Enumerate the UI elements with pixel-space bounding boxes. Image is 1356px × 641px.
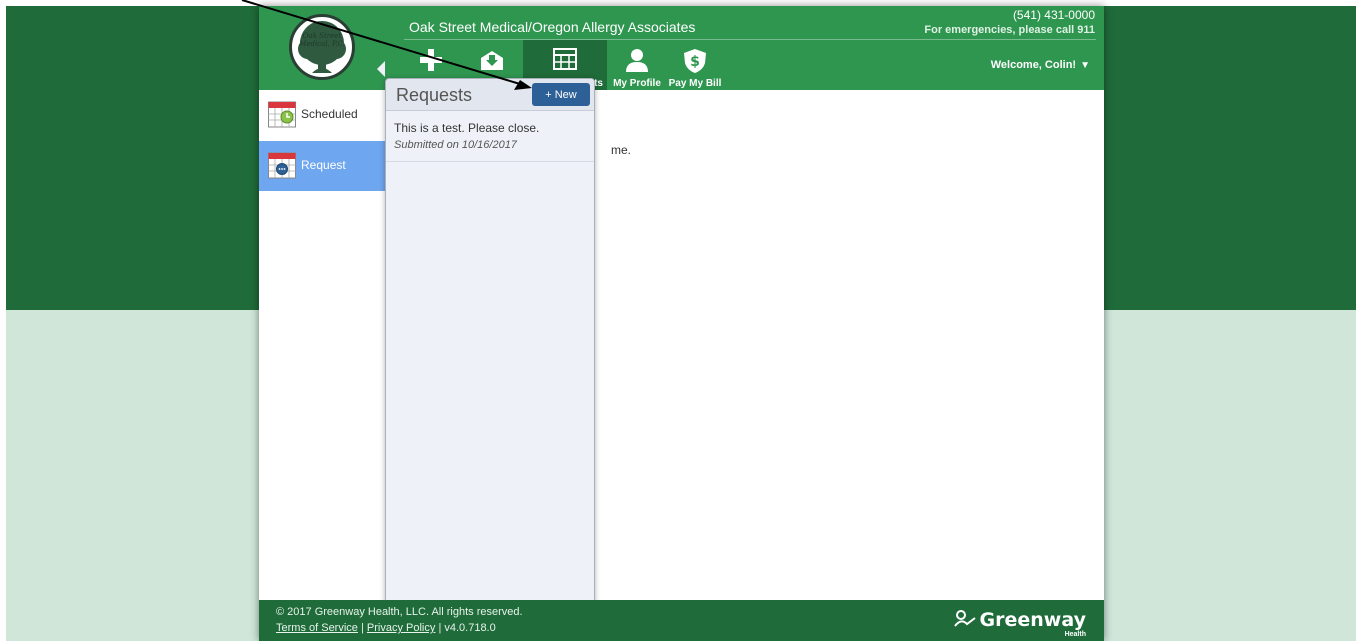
person-icon: [625, 48, 649, 75]
sidebar: Scheduled Request: [259, 90, 385, 600]
sidebar-item-request[interactable]: Request: [259, 141, 385, 191]
request-list-item[interactable]: This is a test. Please close. Submitted …: [386, 112, 594, 162]
calendar-grid-icon: [553, 48, 577, 73]
version-text: v4.0.718.0: [444, 622, 496, 634]
footer: © 2017 Greenway Health, LLC. All rights …: [259, 600, 1104, 641]
svg-text:$: $: [690, 54, 700, 70]
link-separator: |: [360, 622, 364, 634]
practice-logo[interactable]: Oak Street Medical, P.C.: [289, 14, 355, 80]
emergency-notice: For emergencies, please call 911: [924, 24, 1095, 36]
request-text: This is a test. Please close.: [394, 121, 540, 135]
request-submitted-date: Submitted on 10/16/2017: [394, 139, 517, 151]
popover-title: Requests: [396, 85, 473, 105]
caret-down-icon: ▼: [1080, 60, 1090, 71]
footer-links: Terms of Service | Privacy Policy | v4.0…: [276, 622, 496, 634]
main-message: me.: [611, 143, 632, 157]
greenway-logo: Greenway Health: [954, 609, 1086, 638]
greenway-brand-sub: Health: [1064, 631, 1086, 638]
nav-label: My Profile: [613, 78, 661, 89]
welcome-text: Welcome, Colin!: [990, 59, 1077, 71]
greenway-brand: Greenway: [979, 609, 1086, 631]
link-separator: |: [438, 622, 442, 634]
logo-text: Oak Street Medical, P.C.: [299, 32, 345, 48]
header: Oak Street Medical, P.C. Oak Street Medi…: [259, 6, 1104, 90]
sidebar-item-label: Request: [301, 158, 346, 172]
calendar-request-icon: [268, 151, 296, 182]
nav-label: Pay My Bill: [668, 78, 722, 89]
terms-of-service-link[interactable]: Terms of Service: [276, 622, 358, 634]
popover-header: Requests + New: [386, 79, 594, 111]
sidebar-item-label: Scheduled: [301, 107, 358, 121]
greenway-mark-icon: [954, 610, 976, 627]
plus-cross-icon: [419, 48, 443, 75]
phone-number: (541) 431-0000: [1012, 8, 1095, 22]
popover-pointer: [377, 61, 385, 77]
nav-item-my-profile[interactable]: My Profile: [613, 40, 661, 90]
requests-popover: Requests + New This is a test. Please cl…: [385, 78, 595, 608]
sidebar-item-scheduled[interactable]: Scheduled: [259, 90, 385, 140]
portal-window: Oak Street Medical, P.C. Oak Street Medi…: [259, 6, 1104, 641]
dollar-shield-icon: $: [683, 48, 707, 77]
calendar-clock-icon: [268, 100, 296, 131]
inbox-download-icon: [479, 48, 505, 75]
privacy-policy-link[interactable]: Privacy Policy: [367, 622, 435, 634]
practice-name: Oak Street Medical/Oregon Allergy Associ…: [409, 19, 696, 35]
new-request-button[interactable]: + New: [532, 83, 590, 106]
user-menu[interactable]: Welcome, Colin! ▼: [991, 59, 1090, 71]
copyright-text: © 2017 Greenway Health, LLC. All rights …: [276, 606, 523, 618]
nav-item-pay-my-bill[interactable]: $ Pay My Bill: [667, 40, 723, 90]
